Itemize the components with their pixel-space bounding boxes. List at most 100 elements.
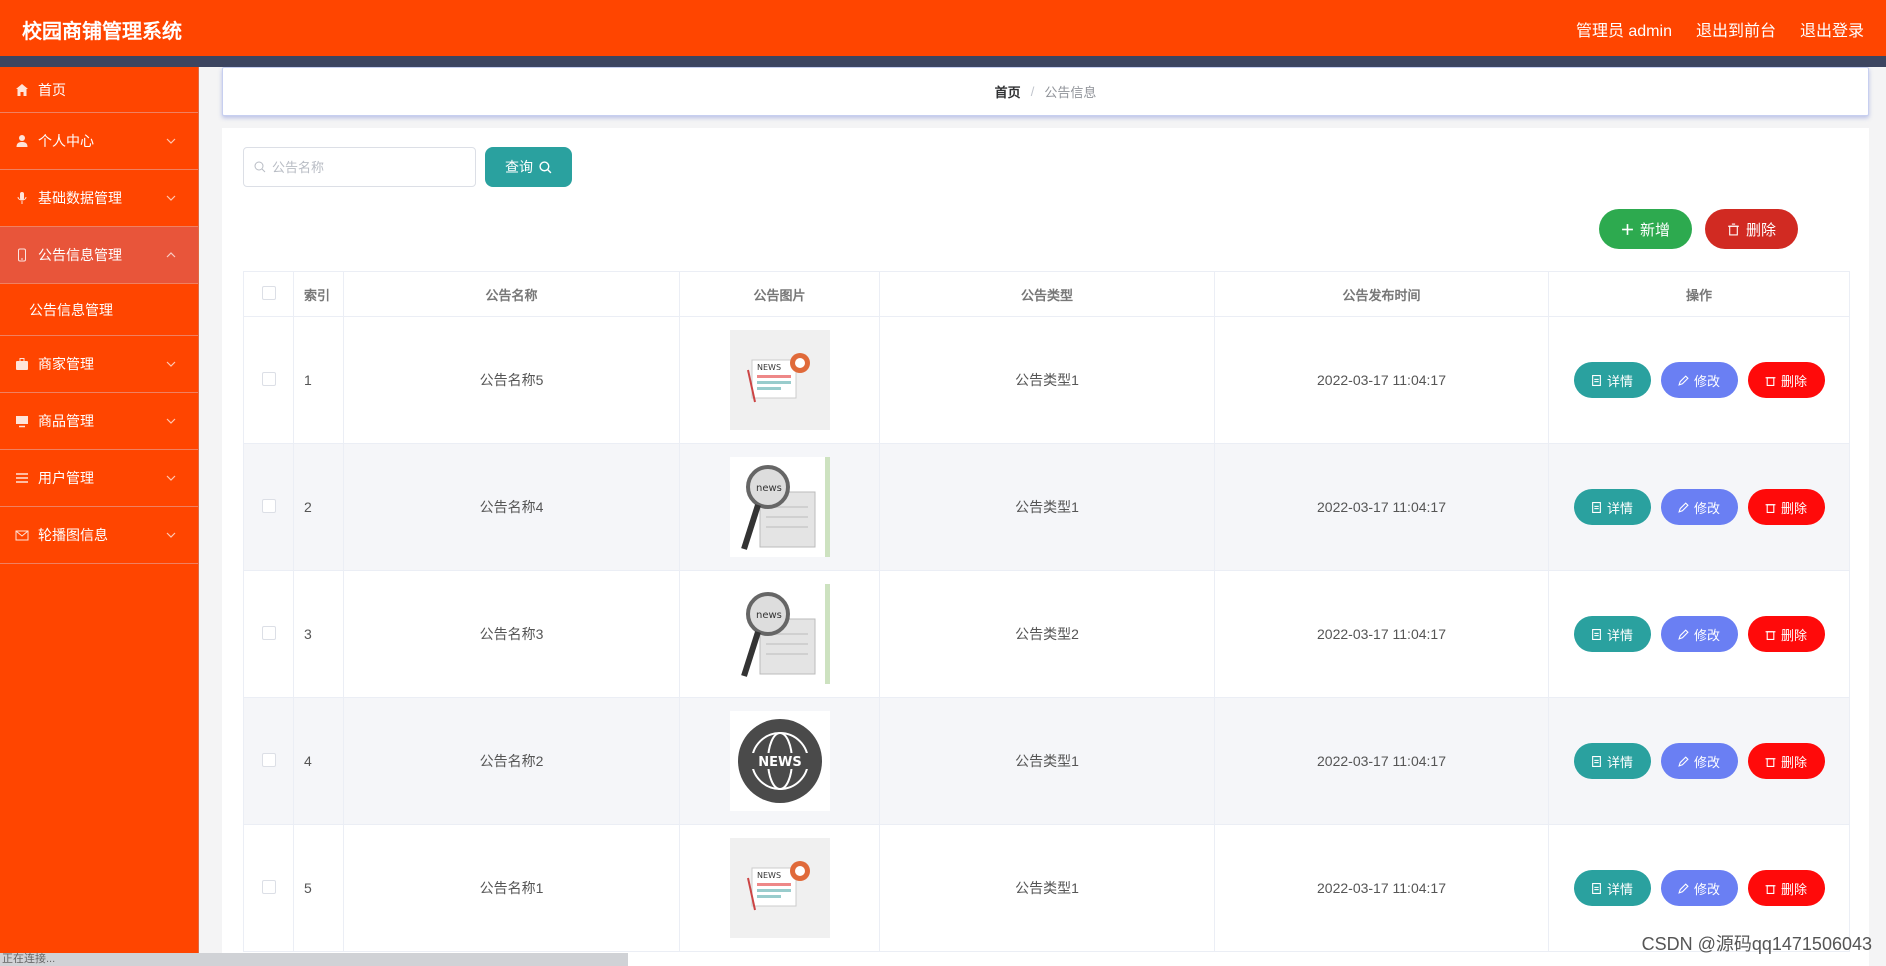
select-all-checkbox[interactable] [261, 285, 276, 300]
row-checkbox[interactable] [261, 879, 276, 894]
notice-type: 公告类型1 [879, 697, 1215, 825]
search-field[interactable] [243, 147, 476, 187]
delete-label: 删除 [1780, 627, 1807, 643]
row-index: 1 [293, 316, 344, 444]
user-icon [14, 133, 30, 149]
row-checkbox[interactable] [261, 498, 276, 513]
detail-label: 详情 [1606, 627, 1633, 643]
list-icon [14, 470, 30, 486]
trash-icon [1765, 376, 1776, 386]
row-checkbox[interactable] [261, 752, 276, 767]
edit-button[interactable]: 修改 [1660, 362, 1738, 398]
svg-text:NEWS: NEWS [757, 871, 781, 880]
detail-button[interactable]: 详情 [1573, 489, 1651, 525]
trash-icon [1765, 630, 1776, 640]
svg-text:news: news [756, 610, 782, 621]
detail-button[interactable]: 详情 [1573, 743, 1651, 779]
row-delete-button[interactable]: 删除 [1747, 489, 1825, 525]
news-magnifier-image: news [729, 584, 830, 684]
sidebar-item-label: 商品管理 [38, 413, 94, 429]
row-delete-button[interactable]: 删除 [1747, 743, 1825, 779]
sidebar-item-merchant[interactable]: 商家管理 [0, 336, 198, 393]
chevron-down-icon [166, 195, 176, 201]
bulk-delete-button[interactable]: 删除 [1705, 209, 1798, 249]
document-icon [1592, 501, 1601, 513]
row-actions: 详情 修改 删除 [1549, 489, 1849, 525]
notice-type: 公告类型1 [879, 443, 1215, 571]
sidebar-item-carousel[interactable]: 轮播图信息 [0, 507, 198, 564]
sidebar-item-base-data[interactable]: 基础数据管理 [0, 170, 198, 227]
row-delete-button[interactable]: 删除 [1747, 870, 1825, 906]
pencil-icon [1678, 755, 1689, 767]
submenu-notice-manage[interactable]: 公告信息管理 [0, 284, 198, 336]
document-icon [1592, 374, 1601, 386]
plus-icon [1622, 223, 1633, 235]
to-front-link[interactable]: 退出到前台 [1696, 17, 1776, 41]
app-title: 校园商铺管理系统 [22, 21, 182, 43]
breadcrumb-home[interactable]: 首页 [995, 82, 1021, 101]
delete-label: 删除 [1780, 373, 1807, 389]
row-checkbox[interactable] [261, 625, 276, 640]
notice-name: 公告名称1 [343, 824, 680, 952]
svg-text:NEWS: NEWS [758, 755, 801, 770]
row-actions: 详情 修改 删除 [1549, 362, 1849, 398]
notice-name: 公告名称3 [343, 570, 680, 698]
header-actions: 管理员 admin 退出到前台 退出登录 [1576, 17, 1864, 41]
pencil-icon [1678, 501, 1689, 513]
microphone-icon [14, 190, 30, 206]
column-header: 公告图片 [679, 271, 880, 317]
sidebar-item-notice[interactable]: 公告信息管理 [0, 227, 198, 284]
detail-button[interactable]: 详情 [1573, 616, 1651, 652]
mail-icon [14, 527, 30, 543]
add-button[interactable]: 新增 [1599, 209, 1692, 249]
sidebar-item-home[interactable]: 首页 [0, 67, 198, 113]
query-label: 查询 [505, 159, 533, 175]
chevron-down-icon [166, 475, 176, 481]
column-header: 索引 [293, 271, 344, 317]
browser-status-bar: 正在连接... [0, 953, 628, 966]
query-button[interactable]: 查询 [485, 147, 572, 187]
detail-label: 详情 [1606, 500, 1633, 516]
pencil-icon [1678, 628, 1689, 640]
table-row: 2 公告名称4 news 公告类型1 2022-03-17 11:04:17 详… [243, 443, 1850, 571]
delete-label: 删除 [1745, 221, 1776, 239]
edit-button[interactable]: 修改 [1660, 489, 1738, 525]
sidebar-item-goods[interactable]: 商品管理 [0, 393, 198, 450]
sidebar-item-personal[interactable]: 个人中心 [0, 113, 198, 170]
search-icon [254, 161, 266, 173]
detail-button[interactable]: 详情 [1573, 362, 1651, 398]
svg-text:news: news [756, 483, 782, 494]
sidebar-item-label: 首页 [38, 81, 66, 98]
column-header: 公告类型 [879, 271, 1215, 317]
pencil-icon [1678, 882, 1689, 894]
news-desk-image: NEWS [729, 330, 830, 430]
table-header-row: 索引 公告名称 公告图片 公告类型 公告发布时间 操作 [243, 271, 1850, 317]
row-index: 4 [293, 697, 344, 825]
admin-label: 管理员 admin [1575, 23, 1672, 40]
notice-type: 公告类型2 [879, 570, 1215, 698]
sidebar-item-label: 商家管理 [38, 356, 94, 372]
notice-time: 2022-03-17 11:04:17 [1214, 570, 1549, 698]
briefcase-icon [14, 356, 30, 372]
search-input[interactable] [272, 159, 462, 175]
row-index: 3 [293, 570, 344, 698]
sidebar: 首页 个人中心 基础数据管理 公告信息管理 公告信息管理 商家管理 商品管理 用… [0, 67, 199, 966]
detail-label: 详情 [1606, 881, 1633, 897]
detail-button[interactable]: 详情 [1573, 870, 1651, 906]
edit-button[interactable]: 修改 [1660, 870, 1738, 906]
home-icon [14, 82, 30, 98]
row-delete-button[interactable]: 删除 [1747, 362, 1825, 398]
edit-button[interactable]: 修改 [1660, 616, 1738, 652]
row-checkbox[interactable] [261, 371, 276, 386]
row-actions: 详情 修改 删除 [1549, 743, 1849, 779]
trash-icon [1765, 757, 1776, 767]
add-label: 新增 [1639, 221, 1670, 239]
logout-link[interactable]: 退出登录 [1800, 17, 1864, 41]
notice-time: 2022-03-17 11:04:17 [1214, 443, 1549, 571]
notice-table: 索引 公告名称 公告图片 公告类型 公告发布时间 操作 1 公告名称5 NEWS… [243, 271, 1850, 952]
sidebar-item-users[interactable]: 用户管理 [0, 450, 198, 507]
row-delete-button[interactable]: 删除 [1747, 616, 1825, 652]
edit-button[interactable]: 修改 [1660, 743, 1738, 779]
notice-time: 2022-03-17 11:04:17 [1214, 824, 1549, 952]
breadcrumb-separator: / [1030, 84, 1035, 99]
